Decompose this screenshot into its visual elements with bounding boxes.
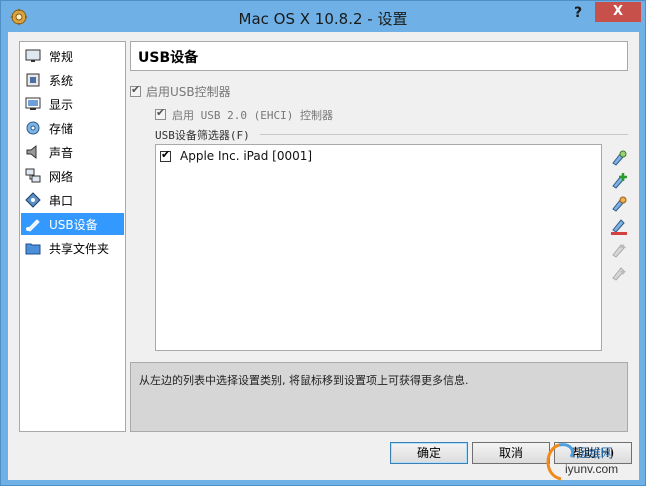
sidebar-item-network[interactable]: 网络	[21, 165, 124, 187]
page-title-box: USB设备	[130, 41, 628, 71]
ok-button[interactable]: 确定	[390, 442, 468, 464]
filter-label: Apple Inc. iPad [0001]	[180, 149, 313, 163]
sidebar-item-serial[interactable]: 串口	[21, 189, 124, 211]
group-divider	[260, 134, 628, 135]
cancel-button[interactable]: 取消	[472, 442, 550, 464]
sidebar-item-label: 串口	[49, 193, 74, 208]
folder-icon	[25, 243, 41, 255]
enable-usb-checkbox[interactable]	[130, 83, 141, 97]
info-box: 从左边的列表中选择设置类别, 将鼠标移到设置项上可获得更多信息.	[130, 362, 628, 432]
usb-icon	[26, 219, 40, 232]
sidebar-item-general[interactable]: 常规	[21, 45, 124, 67]
display-icon	[25, 97, 41, 110]
move-up-icon[interactable]	[609, 240, 629, 260]
add-filter-icon[interactable]	[609, 148, 629, 168]
category-list[interactable]: 常规 系统 显示 存储 声音 网络 串口 USB设备 共享文件夹	[19, 41, 126, 432]
usb-filter-list[interactable]: Apple Inc. iPad [0001]	[155, 144, 602, 351]
title-help-button[interactable]: ?	[563, 3, 593, 25]
sidebar-item-storage[interactable]: 存储	[21, 117, 124, 139]
usb-filters-title: USB设备筛选器(F)	[155, 129, 250, 142]
serial-port-icon	[25, 192, 41, 208]
disk-storage-icon	[26, 121, 40, 135]
add-from-device-icon[interactable]	[609, 171, 629, 191]
page-title: USB设备	[138, 50, 199, 66]
sidebar-item-shared-folders[interactable]: 共享文件夹	[21, 237, 124, 259]
enable-usb2-label: 启用 USB 2.0 (EHCI) 控制器	[172, 109, 333, 122]
edit-filter-icon[interactable]	[609, 194, 629, 214]
dialog-client: 常规 系统 显示 存储 声音 网络 串口 USB设备 共享文件夹 USB设备 ✔…	[8, 32, 639, 480]
sidebar-item-label: 常规	[49, 49, 74, 64]
sidebar-item-label: 共享文件夹	[49, 241, 110, 256]
sidebar-item-label: USB设备	[49, 217, 98, 232]
sidebar-item-label: 声音	[49, 145, 74, 160]
enable-usb2-checkbox[interactable]	[155, 106, 166, 120]
enable-usb-label: 启用USB控制器	[146, 85, 231, 99]
chip-system-icon	[26, 73, 40, 87]
sidebar-item-label: 存储	[49, 121, 74, 136]
window-title: Mac OS X 10.8.2 - 设置	[238, 10, 408, 28]
network-icon	[25, 168, 41, 183]
sidebar-item-label: 系统	[49, 73, 74, 88]
site-watermark: 运维网 iyunv.com	[546, 443, 618, 481]
settings-window: Mac OS X 10.8.2 - 设置 ? X 常规 系统 显示 存储 声音 …	[0, 0, 646, 486]
close-button[interactable]: X	[595, 2, 641, 22]
speaker-icon	[26, 144, 37, 160]
remove-filter-icon[interactable]	[609, 217, 629, 237]
sidebar-item-label: 网络	[49, 169, 74, 184]
info-text: 从左边的列表中选择设置类别, 将鼠标移到设置项上可获得更多信息.	[139, 374, 469, 387]
sidebar-item-system[interactable]: 系统	[21, 69, 124, 91]
watermark-line2: iyunv.com	[565, 462, 618, 476]
sidebar-item-audio[interactable]: 声音	[21, 141, 124, 163]
sidebar-item-usb[interactable]: USB设备	[21, 213, 124, 235]
monitor-general-icon	[25, 49, 41, 62]
sidebar-item-label: 显示	[49, 97, 74, 112]
watermark-line1: 运维网	[577, 446, 613, 460]
filter-checkbox[interactable]	[160, 148, 171, 162]
move-down-icon[interactable]	[609, 263, 629, 283]
sidebar-item-display[interactable]: 显示	[21, 93, 124, 115]
title-bar[interactable]: Mac OS X 10.8.2 - 设置 ? X	[1, 1, 645, 32]
